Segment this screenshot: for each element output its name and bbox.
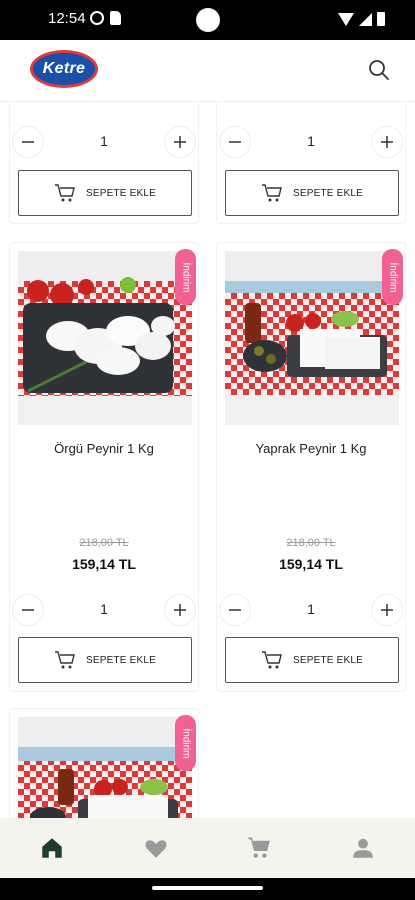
discount-badge: İndirim — [175, 249, 196, 305]
gesture-area — [0, 878, 415, 900]
sd-card-icon — [110, 11, 121, 25]
badge-label: İndirim — [180, 727, 192, 759]
plus-icon — [381, 136, 393, 148]
logo-emblem: Ketre — [30, 50, 98, 88]
nav-favorites[interactable] — [104, 818, 208, 878]
signal-icon — [359, 13, 372, 26]
product-card[interactable]: İndirim — [9, 708, 199, 818]
wifi-icon — [338, 13, 354, 26]
plus-icon — [381, 604, 393, 616]
increase-quantity-button[interactable] — [371, 126, 403, 158]
settings-status-icon — [90, 11, 104, 25]
add-to-cart-label: SEPETE EKLE — [292, 654, 363, 666]
product-card[interactable]: 1 SEPETE EKLE — [9, 102, 199, 224]
add-to-cart-label: SEPETE EKLE — [292, 187, 363, 199]
bottom-navigation — [0, 818, 415, 878]
heart-icon — [145, 840, 167, 858]
brand-logo[interactable]: Ketre — [30, 50, 98, 90]
discounted-price: 159,14 TL — [279, 556, 343, 572]
quantity-stepper: 1 — [10, 594, 198, 626]
braided-cheese-image — [18, 251, 192, 425]
home-icon — [42, 838, 62, 858]
product-image[interactable] — [225, 251, 399, 425]
home-gesture-bar[interactable] — [152, 886, 263, 890]
app-header: Ketre — [0, 40, 415, 102]
user-icon — [353, 838, 373, 858]
plus-icon — [174, 604, 186, 616]
add-to-cart-button[interactable]: SEPETE EKLE — [18, 637, 192, 683]
cheese-plate-image — [18, 717, 192, 818]
add-to-cart-button[interactable]: SEPETE EKLE — [225, 170, 399, 216]
product-image[interactable] — [18, 251, 192, 425]
discount-badge: İndirim — [382, 249, 403, 305]
add-to-cart-label: SEPETE EKLE — [85, 187, 156, 199]
status-icons-right — [338, 12, 385, 26]
product-grid[interactable]: 1 SEPETE EKLE 1 SEPETE EKLE İndirim Örgü… — [0, 102, 415, 818]
quantity-stepper: 1 — [10, 126, 198, 158]
cart-icon — [248, 837, 271, 858]
old-price: 218,00 TL — [79, 537, 129, 549]
camera-cutout — [196, 8, 220, 32]
product-image[interactable] — [18, 717, 192, 818]
status-time: 12:54 — [48, 10, 86, 27]
product-card[interactable]: 1 SEPETE EKLE — [216, 102, 406, 224]
quantity-stepper: 1 — [217, 594, 405, 626]
plus-icon — [174, 136, 186, 148]
badge-label: İndirim — [387, 261, 399, 293]
product-card[interactable]: İndirim Yaprak Peynir 1 Kg 218,00 TL 159… — [216, 242, 406, 692]
old-price: 218,00 TL — [286, 537, 336, 549]
increase-quantity-button[interactable] — [164, 594, 196, 626]
logo-text: Ketre — [42, 60, 86, 77]
status-icons-left — [90, 11, 121, 25]
sliced-cheese-image — [225, 251, 399, 425]
cart-icon — [261, 651, 282, 669]
nav-home[interactable] — [0, 818, 104, 878]
product-name[interactable]: Yaprak Peynir 1 Kg — [217, 441, 405, 456]
nav-cart[interactable] — [208, 818, 312, 878]
cart-icon — [54, 651, 75, 669]
cart-icon — [261, 184, 282, 202]
product-name[interactable]: Örgü Peynir 1 Kg — [10, 441, 198, 456]
add-to-cart-button[interactable]: SEPETE EKLE — [225, 637, 399, 683]
quantity-stepper: 1 — [217, 126, 405, 158]
status-bar: 12:54 — [0, 0, 415, 40]
discounted-price: 159,14 TL — [72, 556, 136, 572]
increase-quantity-button[interactable] — [371, 594, 403, 626]
add-to-cart-button[interactable]: SEPETE EKLE — [18, 170, 192, 216]
search-icon — [369, 60, 389, 80]
app-screen: 12:54 Ketre 1 SEPETE EKLE 1 SEPETE EKLE … — [0, 0, 415, 900]
increase-quantity-button[interactable] — [164, 126, 196, 158]
cart-icon — [54, 184, 75, 202]
search-button[interactable] — [363, 54, 395, 86]
battery-icon — [377, 12, 385, 26]
discount-badge: İndirim — [175, 715, 196, 771]
badge-label: İndirim — [180, 261, 192, 293]
nav-profile[interactable] — [311, 818, 415, 878]
add-to-cart-label: SEPETE EKLE — [85, 654, 156, 666]
product-card[interactable]: İndirim Örgü Peynir 1 Kg 218,00 TL 159,1… — [9, 242, 199, 692]
